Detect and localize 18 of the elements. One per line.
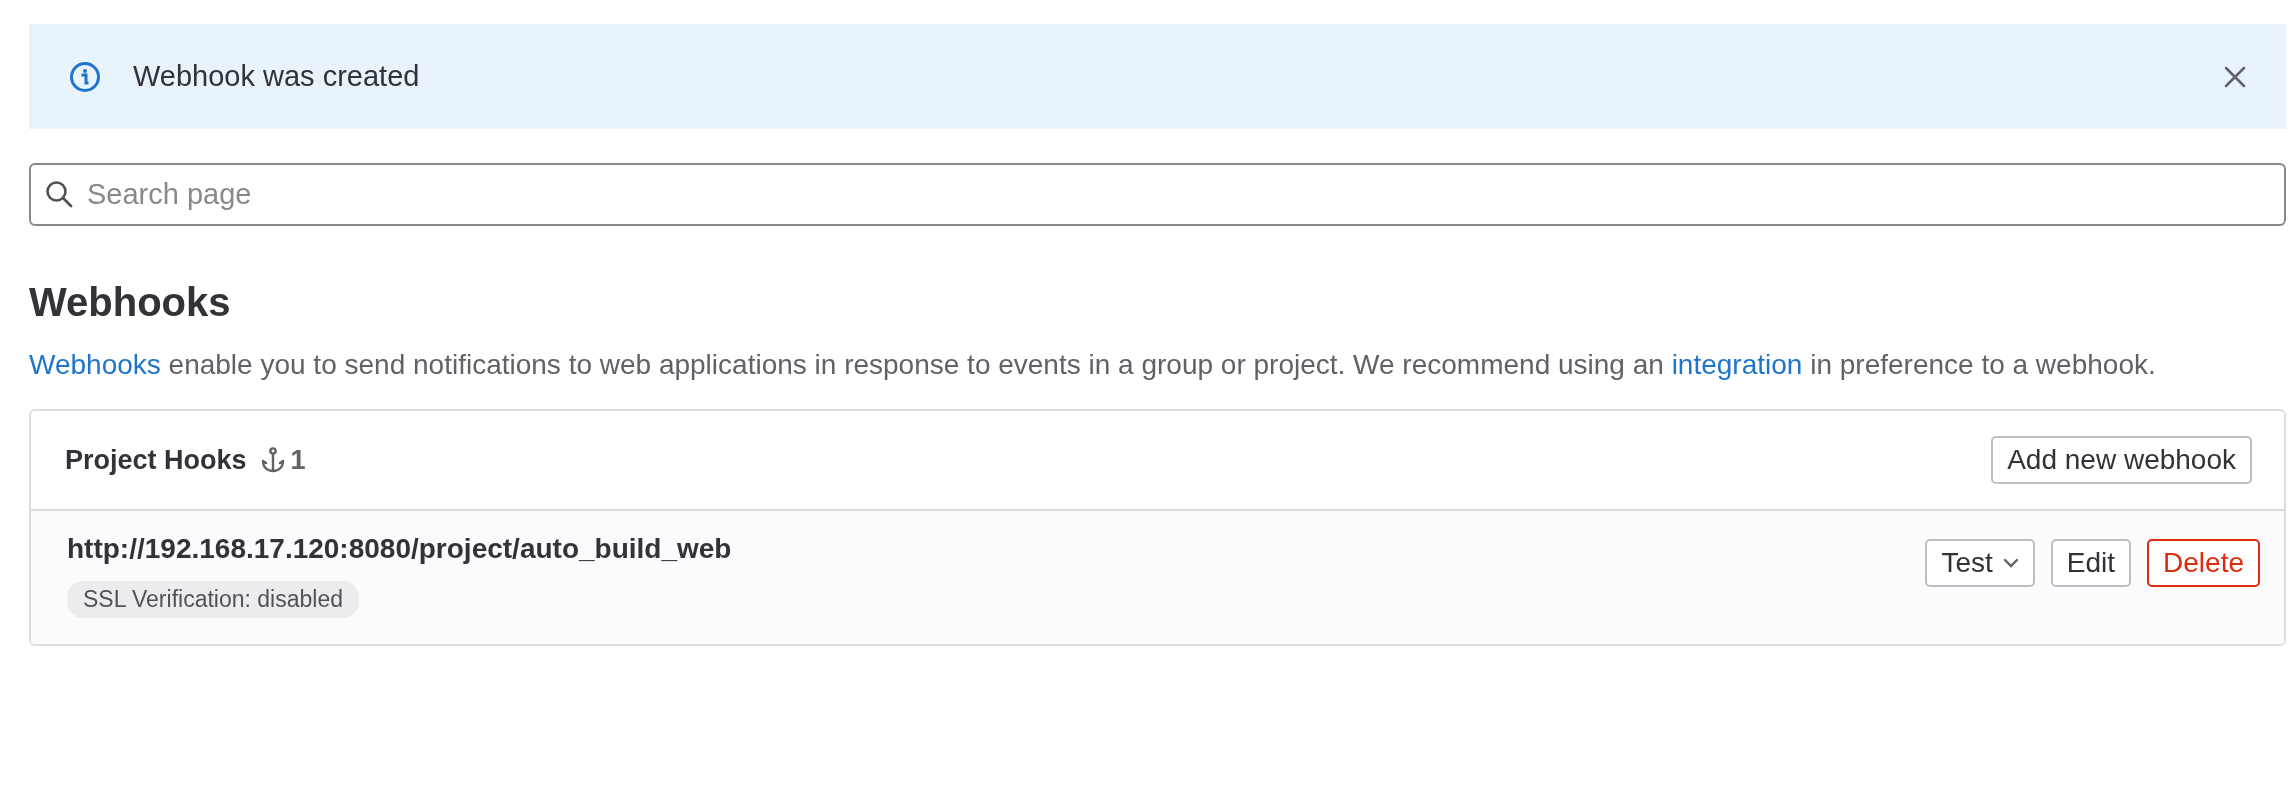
search-field[interactable]: Search page xyxy=(29,163,2286,226)
page-heading: Webhooks xyxy=(29,280,232,325)
alert-message: Webhook was created xyxy=(133,60,421,93)
info-icon xyxy=(69,60,101,93)
search-icon xyxy=(45,180,73,208)
ssl-badge: SSL Verification: disabled xyxy=(67,581,359,618)
test-dropdown[interactable]: Test xyxy=(1925,539,2035,587)
link[interactable]: Webhooks xyxy=(29,349,161,380)
edit-button[interactable]: Edit xyxy=(2050,539,2132,587)
delete-button[interactable]: Delete xyxy=(2147,539,2260,587)
description-text: Webhooks enable you to send notifications to web applications in response to events in a group or project. We recommend using an integration in preference to a webhook. xyxy=(29,348,2157,382)
chevron-down-icon xyxy=(2002,558,2019,568)
add-webhook-button[interactable]: Add new webhook xyxy=(1991,436,2252,484)
hook-count: 1 xyxy=(290,444,306,476)
hook-url: http://192.168.17.120:8080/project/auto_build_web xyxy=(67,532,732,566)
anchor-icon xyxy=(260,447,285,473)
link[interactable]: integration xyxy=(1671,349,1803,380)
card-title: Project Hooks xyxy=(65,444,247,476)
